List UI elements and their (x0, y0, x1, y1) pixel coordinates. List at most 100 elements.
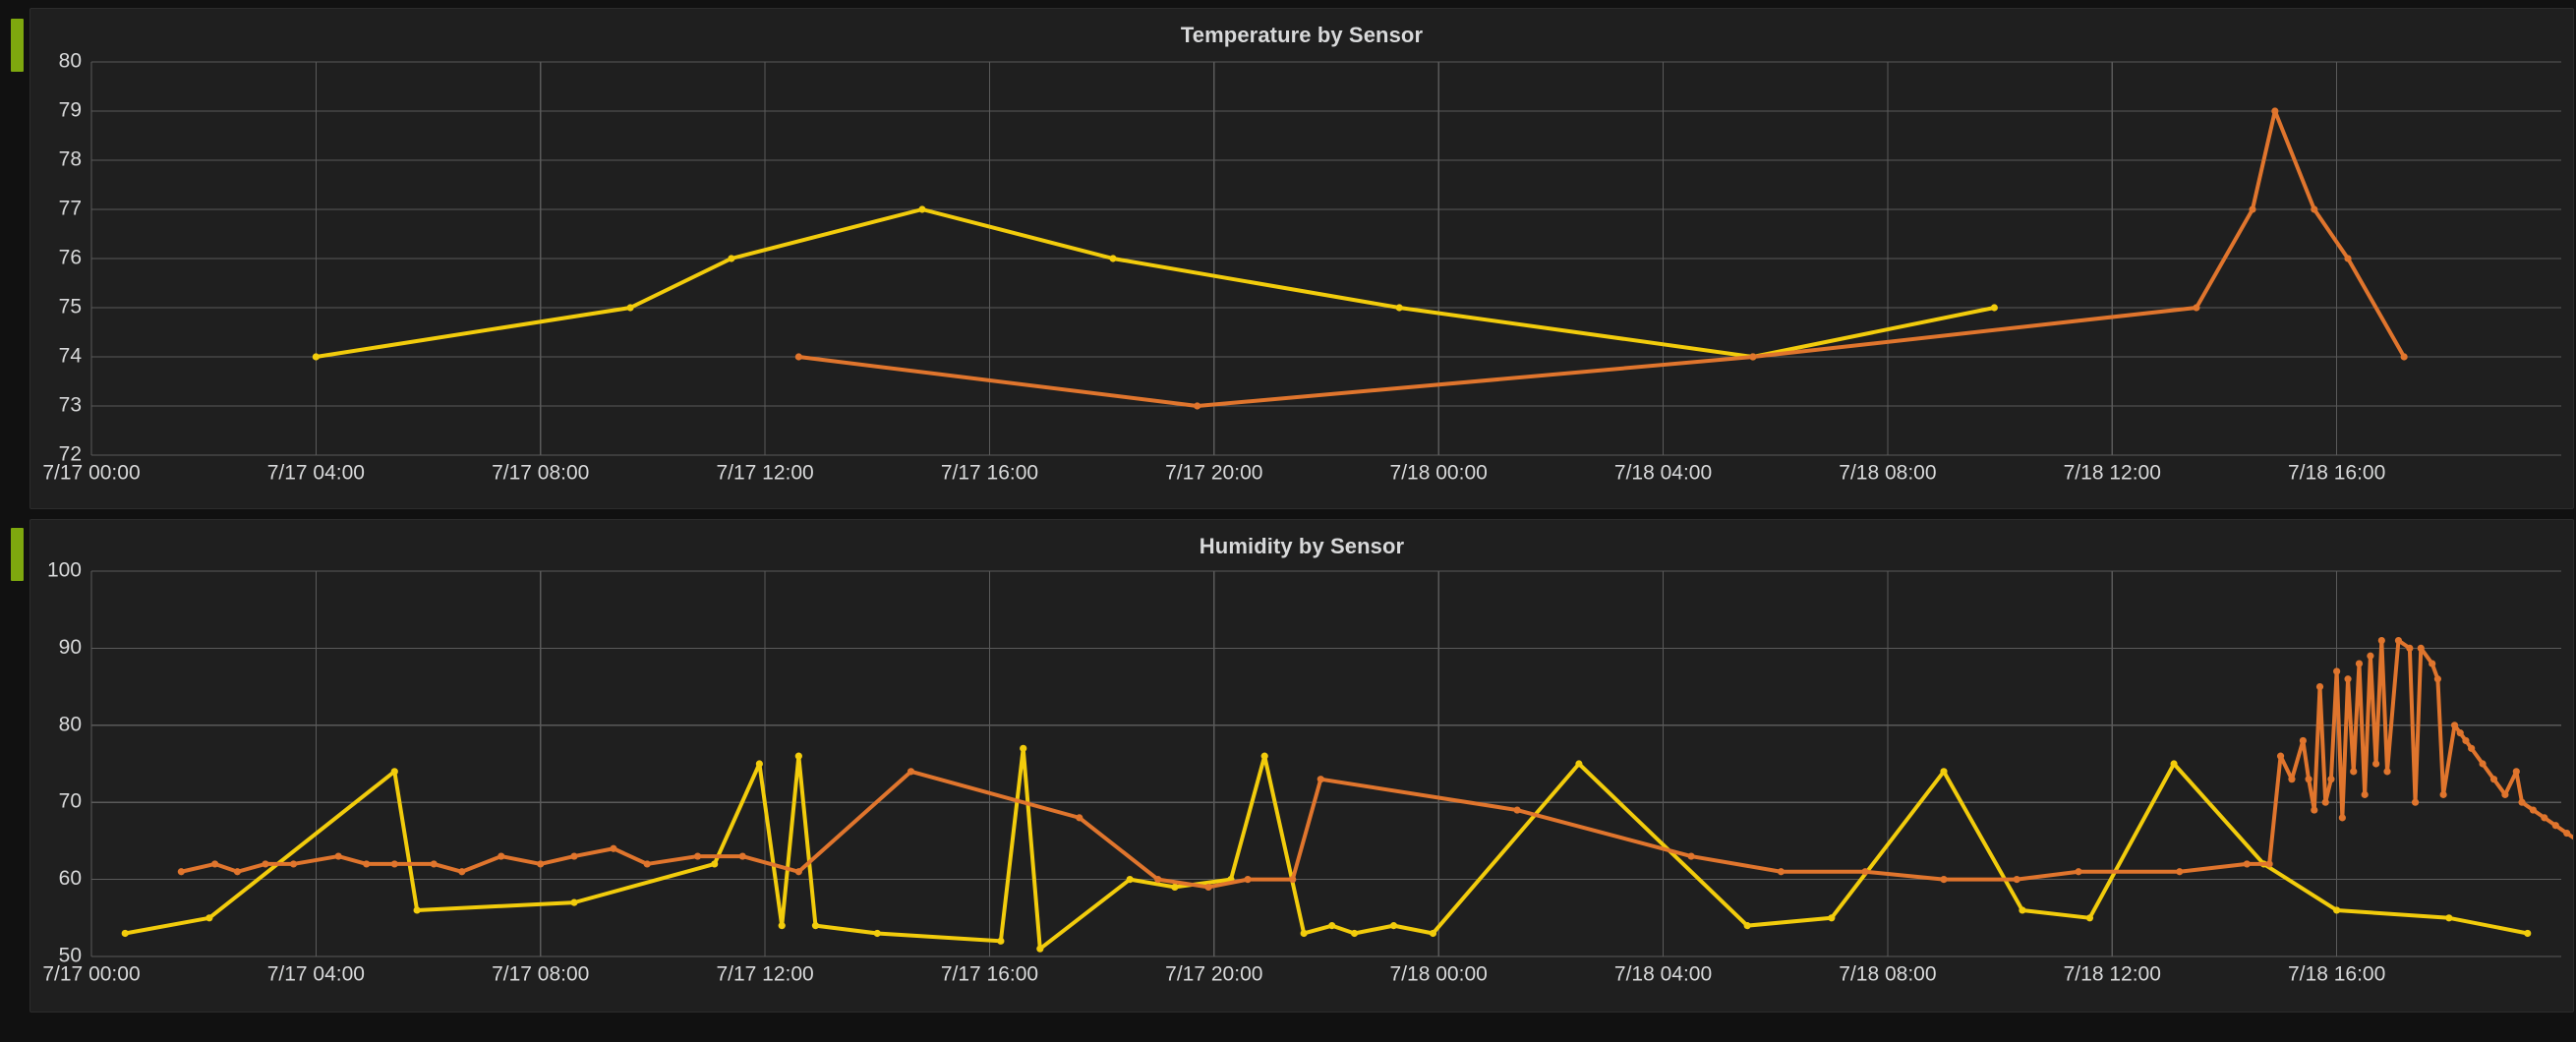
series-point-sensor-yellow[interactable] (205, 914, 213, 922)
series-point-sensor-orange[interactable] (2013, 876, 2020, 884)
series-point-sensor-orange[interactable] (2479, 760, 2487, 768)
series-point-sensor-orange[interactable] (177, 868, 185, 876)
series-point-sensor-yellow[interactable] (1300, 929, 1308, 938)
panel-humidity[interactable]: Humidity by Sensor 50 60 70 80 90 100 7/17 00:… (11, 519, 2574, 1013)
plot-area-humidity[interactable]: 50 60 70 80 90 100 7/17 00:00 7/17 04:00 7/17 08… (30, 559, 2573, 1002)
series-point-sensor-orange[interactable] (2367, 652, 2374, 660)
series-point-sensor-orange[interactable] (289, 860, 298, 868)
series-point-sensor-orange[interactable] (233, 868, 242, 876)
series-point-sensor-yellow[interactable] (1990, 304, 1998, 312)
series-point-sensor-orange[interactable] (2338, 814, 2346, 822)
series-point-sensor-orange[interactable] (2541, 814, 2548, 822)
series-point-sensor-orange[interactable] (2315, 683, 2324, 691)
series-point-sensor-yellow[interactable] (918, 205, 926, 213)
series-point-sensor-orange[interactable] (390, 860, 398, 868)
series-point-sensor-yellow[interactable] (626, 304, 634, 312)
series-point-sensor-orange[interactable] (363, 860, 371, 868)
series-point-sensor-orange[interactable] (334, 852, 342, 860)
series-point-sensor-orange[interactable] (498, 852, 505, 860)
series-point-sensor-orange[interactable] (1513, 806, 1521, 814)
series-point-sensor-yellow[interactable] (1020, 744, 1027, 752)
series-point-sensor-yellow[interactable] (1828, 914, 1836, 922)
series-point-sensor-orange[interactable] (1076, 814, 1083, 822)
series-point-sensor-yellow[interactable] (570, 898, 578, 906)
series-point-sensor-yellow[interactable] (413, 906, 421, 914)
series-point-sensor-orange[interactable] (1777, 868, 1786, 876)
series-point-sensor-orange[interactable] (1154, 876, 1162, 884)
series-point-sensor-yellow[interactable] (1940, 768, 1948, 776)
series-point-sensor-yellow[interactable] (728, 255, 735, 262)
series-point-sensor-orange[interactable] (2305, 776, 2313, 783)
series-point-sensor-orange[interactable] (2450, 722, 2459, 729)
series-point-sensor-orange[interactable] (2265, 860, 2273, 868)
series-point-sensor-orange[interactable] (1687, 852, 1695, 860)
series-point-sensor-orange[interactable] (2429, 660, 2436, 667)
series-point-sensor-orange[interactable] (1940, 876, 1948, 884)
series-point-sensor-orange[interactable] (2193, 304, 2200, 312)
series-point-sensor-orange[interactable] (2311, 205, 2318, 213)
series-point-sensor-yellow[interactable] (755, 760, 763, 768)
series-point-sensor-orange[interactable] (2529, 806, 2538, 814)
series-point-sensor-orange[interactable] (2327, 776, 2335, 783)
series-point-sensor-orange[interactable] (2400, 353, 2408, 361)
series-point-sensor-orange[interactable] (2176, 868, 2184, 876)
series-point-sensor-orange[interactable] (2551, 822, 2559, 830)
series-point-sensor-yellow[interactable] (1350, 929, 1359, 938)
series-point-sensor-yellow[interactable] (1395, 304, 1403, 312)
series-point-sensor-yellow[interactable] (1171, 883, 1179, 892)
series-point-sensor-orange[interactable] (1317, 776, 1324, 783)
series-point-sensor-yellow[interactable] (997, 937, 1005, 945)
series-point-sensor-yellow[interactable] (1328, 922, 1336, 930)
series-point-sensor-yellow[interactable] (1260, 752, 1268, 760)
series-point-sensor-yellow[interactable] (390, 768, 398, 776)
series-point-sensor-orange[interactable] (2372, 760, 2380, 768)
series-point-sensor-orange[interactable] (2344, 675, 2352, 683)
humidity-chart-svg[interactable]: 50607080901007/17 00:00 7/17 04:00 7/17 08… (30, 559, 2573, 1002)
series-point-sensor-yellow[interactable] (1126, 876, 1134, 884)
series-point-sensor-orange[interactable] (643, 860, 651, 868)
series-point-sensor-yellow[interactable] (1036, 945, 1044, 953)
series-point-sensor-orange[interactable] (570, 852, 578, 860)
series-point-sensor-orange[interactable] (2311, 806, 2318, 814)
series-point-sensor-orange[interactable] (2462, 736, 2470, 745)
series-point-sensor-orange[interactable] (2355, 660, 2364, 667)
series-point-sensor-orange[interactable] (1749, 353, 1757, 361)
series-point-sensor-orange[interactable] (2344, 255, 2352, 262)
series-point-sensor-yellow[interactable] (121, 929, 129, 938)
series-point-sensor-orange[interactable] (458, 868, 466, 876)
plot-area-temperature[interactable]: 72 73 74 75 76 77 78 79 80 7/17 00:00 7/17 04:00 7/… (30, 48, 2573, 500)
series-point-sensor-orange[interactable] (1289, 876, 1297, 884)
series-point-sensor-orange[interactable] (2333, 667, 2341, 675)
series-point-sensor-yellow[interactable] (1429, 929, 1437, 938)
series-point-sensor-orange[interactable] (2321, 798, 2329, 806)
series-point-sensor-yellow[interactable] (2333, 906, 2341, 914)
panel-temperature[interactable]: Temperature by Sensor 72 73 74 75 76 77 78 79 80… (11, 8, 2574, 509)
series-point-sensor-yellow[interactable] (873, 929, 881, 938)
series-point-sensor-yellow[interactable] (2445, 914, 2453, 922)
temperature-chart-svg[interactable]: 7273747576777879807/17 00:00 7/17 04:00 7/… (30, 48, 2573, 500)
series-point-sensor-orange[interactable] (2411, 798, 2420, 806)
series-point-sensor-orange[interactable] (2433, 675, 2441, 683)
series-point-sensor-orange[interactable] (2501, 790, 2509, 798)
series-point-sensor-orange[interactable] (2439, 790, 2447, 798)
series-point-sensor-orange[interactable] (693, 852, 702, 860)
series-point-sensor-yellow[interactable] (1109, 255, 1117, 262)
series-point-sensor-orange[interactable] (794, 353, 802, 361)
series-point-sensor-orange[interactable] (2288, 776, 2296, 783)
series-point-sensor-orange[interactable] (610, 844, 617, 852)
series-point-sensor-orange[interactable] (2350, 768, 2358, 776)
series-point-sensor-yellow[interactable] (811, 922, 820, 930)
series-point-sensor-yellow[interactable] (2524, 929, 2532, 938)
series-point-sensor-orange[interactable] (2518, 798, 2526, 806)
series-point-sensor-yellow[interactable] (2085, 914, 2094, 922)
series-point-sensor-orange[interactable] (1204, 883, 1212, 892)
series-point-sensor-yellow[interactable] (1743, 922, 1751, 930)
series-point-sensor-orange[interactable] (1244, 876, 1252, 884)
series-point-sensor-yellow[interactable] (312, 353, 320, 361)
series-point-sensor-orange[interactable] (537, 860, 545, 868)
series-point-sensor-yellow[interactable] (1389, 922, 1398, 930)
series-point-sensor-orange[interactable] (211, 860, 219, 868)
series-point-sensor-orange[interactable] (2394, 636, 2403, 645)
series-point-sensor-orange[interactable] (262, 860, 269, 868)
series-point-sensor-orange[interactable] (907, 768, 915, 776)
